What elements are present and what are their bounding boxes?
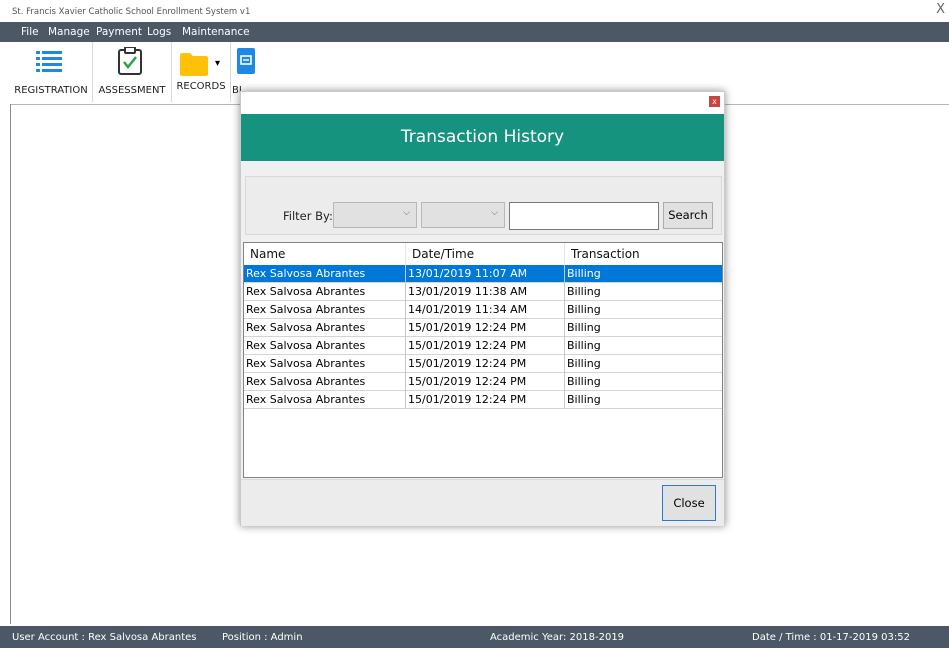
cell-name: Rex Salvosa Abrantes [244, 373, 406, 391]
column-header-datetime[interactable]: Date/Time [406, 243, 565, 265]
cell-name: Rex Salvosa Abrantes [244, 301, 406, 319]
registration-label: REGISTRATION [14, 85, 88, 96]
menu-bar: File Manage Payment Logs Maintenance [0, 22, 949, 42]
cell-name: Rex Salvosa Abrantes [244, 283, 406, 301]
table-row[interactable]: Rex Salvosa Abrantes 15/01/2019 12:24 PM B… [244, 337, 722, 355]
dialog-close-icon[interactable]: x [709, 96, 720, 107]
filter-label: Filter By: [283, 209, 333, 223]
table-row[interactable]: Rex Salvosa Abrantes 13/01/2019 11:38 AM B… [244, 283, 722, 301]
dialog-header: Transaction History [241, 114, 724, 161]
cell-datetime: 13/01/2019 11:07 AM [406, 265, 565, 283]
list-header: Name Date/Time Transaction [244, 243, 722, 266]
menu-maintenance[interactable]: Maintenance [182, 26, 250, 38]
window-close-button[interactable]: X [936, 2, 945, 17]
transaction-history-dialog: x Transaction History Filter By: ⌵ ⌵ Sea… [240, 91, 725, 526]
cell-datetime: 15/01/2019 12:24 PM [406, 373, 565, 391]
table-row[interactable]: Rex Salvosa Abrantes 15/01/2019 12:24 PM B… [244, 319, 722, 337]
table-row[interactable]: Rex Salvosa Abrantes 15/01/2019 12:24 PM B… [244, 391, 722, 409]
cell-name: Rex Salvosa Abrantes [244, 319, 406, 337]
cell-datetime: 15/01/2019 12:24 PM [406, 337, 565, 355]
cell-name: Rex Salvosa Abrantes [244, 265, 406, 283]
cell-datetime: 15/01/2019 12:24 PM [406, 355, 565, 373]
cell-name: Rex Salvosa Abrantes [244, 355, 406, 373]
menu-manage[interactable]: Manage [48, 26, 90, 38]
assessment-label: ASSESSMENT [98, 85, 166, 96]
records-dropdown-arrow[interactable]: ▾ [215, 58, 220, 69]
close-button[interactable]: Close [662, 485, 716, 521]
status-academic-year: Academic Year: 2018-2019 [490, 632, 625, 643]
records-label: RECORDS [176, 81, 226, 92]
cell-datetime: 15/01/2019 12:24 PM [406, 391, 565, 409]
filter-value-dropdown[interactable]: ⌵ [421, 202, 505, 228]
dialog-title-bar: x [241, 92, 724, 114]
search-button[interactable]: Search [663, 202, 713, 229]
cell-name: Rex Salvosa Abrantes [244, 337, 406, 355]
column-header-transaction[interactable]: Transaction [565, 243, 722, 265]
search-input[interactable] [509, 202, 659, 230]
cell-transaction: Billing [567, 393, 601, 406]
cell-datetime: 14/01/2019 11:34 AM [406, 301, 565, 319]
cell-transaction: Billing [567, 267, 601, 280]
chevron-down-icon: ⌵ [403, 208, 410, 218]
clipboard-check-icon [118, 47, 142, 75]
assessment-button[interactable]: ASSESSMENT [93, 42, 172, 102]
cell-transaction: Billing [567, 303, 601, 316]
cell-name: Rex Salvosa Abrantes [244, 391, 406, 409]
filter-field-dropdown[interactable]: ⌵ [333, 202, 417, 228]
table-row[interactable]: Rex Salvosa Abrantes 13/01/2019 11:07 AM B… [244, 265, 722, 283]
dialog-footer [241, 479, 724, 526]
folder-icon [180, 53, 208, 76]
records-button[interactable]: ▾ RECORDS [172, 42, 231, 102]
cell-transaction: Billing [567, 321, 601, 334]
cell-datetime: 15/01/2019 12:24 PM [406, 319, 565, 337]
billing-book-icon [237, 48, 255, 74]
status-user: User Account : Rex Salvosa Abrantes [12, 632, 197, 643]
cell-transaction: Billing [567, 339, 601, 352]
menu-payment[interactable]: Payment [96, 26, 142, 38]
cell-datetime: 13/01/2019 11:38 AM [406, 283, 565, 301]
cell-transaction: Billing [567, 285, 601, 298]
transaction-list[interactable]: Name Date/Time Transaction Rex Salvosa A… [243, 242, 723, 478]
table-row[interactable]: Rex Salvosa Abrantes 15/01/2019 12:24 PM B… [244, 373, 722, 391]
title-bar: St. Francis Xavier Catholic School Enrol… [0, 0, 949, 22]
chevron-down-icon: ⌵ [491, 208, 498, 218]
menu-logs[interactable]: Logs [147, 26, 171, 38]
column-header-name[interactable]: Name [244, 243, 406, 265]
cell-transaction: Billing [567, 357, 601, 370]
window-title: St. Francis Xavier Catholic School Enrol… [12, 7, 251, 17]
registration-button[interactable]: REGISTRATION [10, 42, 93, 102]
table-row[interactable]: Rex Salvosa Abrantes 14/01/2019 11:34 AM B… [244, 301, 722, 319]
menu-file[interactable]: File [21, 26, 39, 38]
cell-transaction: Billing [567, 375, 601, 388]
status-bar: User Account : Rex Salvosa Abrantes Posi… [0, 626, 949, 648]
list-icon [36, 51, 62, 72]
status-position: Position : Admin [222, 632, 303, 643]
table-row[interactable]: Rex Salvosa Abrantes 15/01/2019 12:24 PM B… [244, 355, 722, 373]
status-datetime: Date / Time : 01-17-2019 03:52 [752, 632, 910, 643]
main-area-border [10, 104, 11, 624]
